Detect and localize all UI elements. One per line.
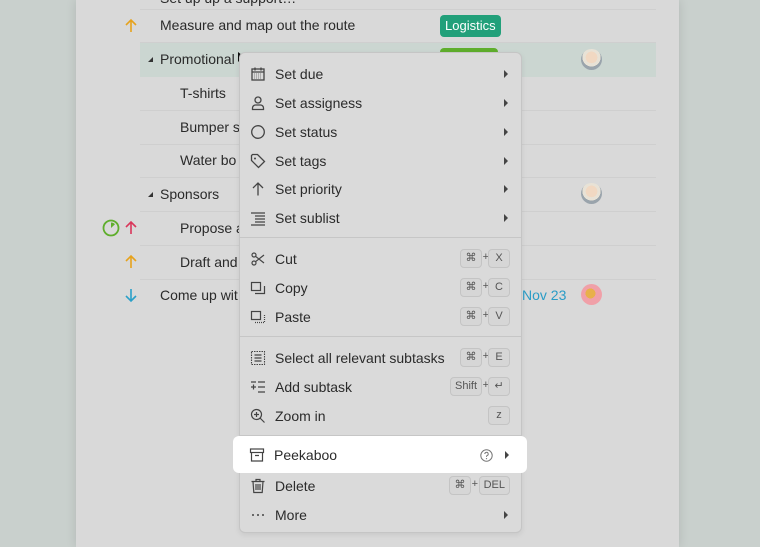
- menu-item-set-sublist[interactable]: Set sublist: [240, 204, 521, 232]
- menu-item-label: Add subtask: [275, 379, 353, 395]
- menu-divider: [240, 237, 521, 238]
- copy-icon: [250, 281, 266, 295]
- menu-item-label: Set status: [275, 124, 338, 140]
- archive-icon: [249, 448, 265, 462]
- shortcut-key: E: [488, 348, 510, 367]
- menu-item-more[interactable]: More: [240, 501, 521, 529]
- tag-badge[interactable]: Logistics: [440, 15, 501, 37]
- menu-item-label: Peekaboo: [274, 447, 338, 463]
- task-title: Promotional: [160, 51, 235, 67]
- task-title: Set up up a support…: [160, 0, 296, 6]
- priority-medium-icon[interactable]: [123, 18, 139, 34]
- menu-item-copy[interactable]: Copy ⌘ + C: [240, 274, 521, 302]
- shortcut-key: ⌘: [460, 278, 482, 297]
- select-all-icon: [250, 350, 266, 366]
- task-title: Water bo: [180, 152, 237, 168]
- scissors-icon: [251, 252, 265, 266]
- shortcut-key: ↵: [488, 377, 510, 396]
- priority-medium-icon[interactable]: [123, 254, 139, 270]
- menu-divider: [240, 336, 521, 337]
- task-title: Draft and: [180, 254, 238, 270]
- task-row[interactable]: Measure and map out the route Logistics: [140, 9, 656, 43]
- menu-item-label: Set sublist: [275, 210, 340, 226]
- help-icon[interactable]: [480, 449, 493, 462]
- menu-item-label: Set priority: [275, 181, 342, 197]
- menu-item-label: Select all relevant subtasks: [275, 350, 445, 366]
- menu-item-select-all-subtasks[interactable]: Select all relevant subtasks ⌘ + E: [240, 344, 521, 372]
- sublist-icon: [251, 212, 265, 226]
- menu-item-label: Copy: [275, 280, 308, 296]
- shortcut-plus: +: [471, 478, 478, 490]
- menu-item-label: More: [275, 507, 307, 523]
- task-title: Sponsors: [160, 186, 220, 202]
- avatar[interactable]: [581, 284, 602, 305]
- shortcut-key: X: [488, 249, 510, 268]
- priority-high-icon[interactable]: [123, 220, 139, 236]
- shortcut-key: ⌘: [460, 249, 482, 268]
- submenu-arrow-icon: [504, 70, 508, 78]
- menu-item-label: Set due: [275, 66, 324, 82]
- arrow-up-icon: [252, 182, 264, 196]
- calendar-icon: [251, 67, 265, 81]
- menu-item-label: Paste: [275, 309, 311, 325]
- task-title: Come up wit: [160, 287, 238, 303]
- shortcut-key: DEL: [478, 476, 510, 495]
- menu-item-label: Cut: [275, 251, 297, 267]
- menu-item-set-assigness[interactable]: Set assigness: [240, 89, 521, 117]
- submenu-arrow-icon: [505, 451, 509, 459]
- menu-item-add-subtask[interactable]: Add subtask Shift + ↵: [240, 373, 521, 401]
- menu-item-set-tags[interactable]: Set tags: [240, 147, 521, 175]
- zoom-in-icon: [250, 408, 265, 423]
- avatar[interactable]: [581, 183, 602, 204]
- shortcut-key: ⌘: [449, 476, 471, 495]
- status-in-progress-icon[interactable]: [102, 219, 120, 237]
- menu-item-peekaboo[interactable]: Peekaboo: [239, 441, 522, 469]
- shortcut-key: z: [488, 406, 510, 425]
- trash-icon: [251, 478, 265, 494]
- due-date[interactable]: Nov 23: [522, 287, 566, 303]
- submenu-arrow-icon: [504, 128, 508, 136]
- submenu-arrow-icon: [504, 214, 508, 222]
- menu-item-set-due[interactable]: Set due: [240, 60, 521, 88]
- submenu-arrow-icon: [504, 185, 508, 193]
- add-subtask-icon: [251, 381, 265, 393]
- task-title: T-shirts: [180, 85, 226, 101]
- menu-item-paste[interactable]: Paste ⌘ + V: [240, 303, 521, 331]
- menu-item-set-status[interactable]: Set status: [240, 118, 521, 146]
- shortcut-key: ⌘: [460, 348, 482, 367]
- menu-item-cut[interactable]: Cut ⌘ + X: [240, 245, 521, 273]
- circle-icon: [251, 125, 265, 139]
- person-icon: [251, 96, 265, 111]
- shortcut-key: Shift: [449, 377, 482, 396]
- submenu-arrow-icon: [504, 99, 508, 107]
- task-title: Measure and map out the route: [160, 17, 356, 33]
- menu-item-label: Set assigness: [275, 95, 363, 111]
- collapse-caret-icon[interactable]: [148, 57, 153, 62]
- avatar[interactable]: [581, 49, 602, 70]
- ellipsis-icon: [252, 514, 264, 516]
- menu-item-zoom-in[interactable]: Zoom in z: [240, 402, 521, 430]
- menu-item-set-priority[interactable]: Set priority: [240, 175, 521, 203]
- shortcut-key: V: [488, 307, 510, 326]
- task-title: Propose a: [180, 220, 244, 236]
- menu-item-label: Delete: [275, 478, 316, 494]
- paste-icon: [250, 310, 266, 324]
- task-title: Bumper s: [180, 119, 240, 135]
- tag-icon: [250, 153, 266, 169]
- menu-item-label: Zoom in: [275, 408, 326, 424]
- menu-item-label: Set tags: [275, 153, 327, 169]
- priority-low-icon[interactable]: [123, 287, 139, 303]
- submenu-arrow-icon: [504, 157, 508, 165]
- submenu-arrow-icon: [504, 511, 508, 519]
- collapse-caret-icon[interactable]: [148, 192, 153, 197]
- shortcut-key: C: [488, 278, 510, 297]
- shortcut-key: ⌘: [460, 307, 482, 326]
- menu-item-delete[interactable]: Delete ⌘ + DEL: [240, 472, 521, 500]
